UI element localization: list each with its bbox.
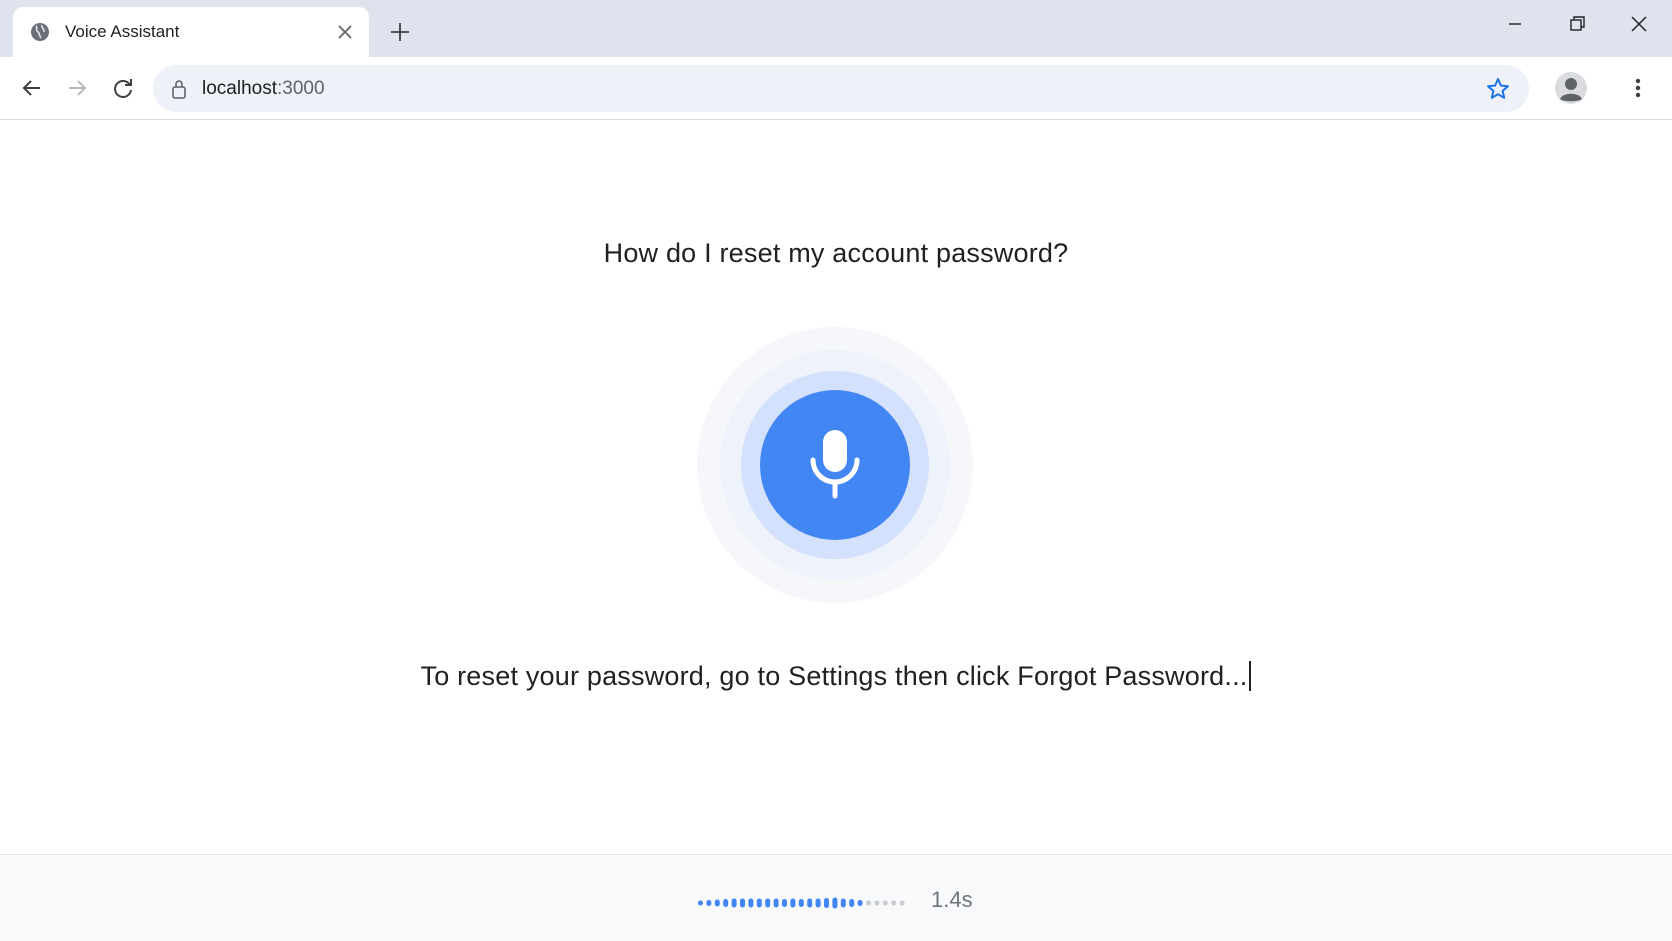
- assistant-answer: To reset your password, go to Settings t…: [0, 659, 1672, 693]
- answer-text: To reset your password, go to Settings t…: [420, 661, 1248, 691]
- url-host: localhost: [202, 78, 277, 99]
- status-bar: 1.4s: [0, 854, 1672, 941]
- waveform-dot: [740, 898, 745, 908]
- waveform-dot: [714, 899, 720, 907]
- close-icon[interactable]: [335, 22, 355, 42]
- arrow-right-icon[interactable]: [63, 74, 91, 102]
- browser-toolbar: localhost:3000: [0, 57, 1672, 120]
- minimize-icon[interactable]: [1501, 10, 1529, 38]
- waveform-dot: [731, 898, 737, 908]
- waveform-dot: [748, 898, 754, 908]
- star-icon[interactable]: [1485, 76, 1511, 102]
- arrow-left-icon[interactable]: [18, 74, 46, 102]
- waveform-dot: [807, 898, 813, 908]
- waveform-dot: [706, 900, 712, 906]
- address-bar[interactable]: localhost:3000: [153, 65, 1529, 112]
- tab-strip: Voice Assistant: [0, 0, 1672, 57]
- audio-waveform: [698, 897, 905, 909]
- waveform-dot: [840, 898, 846, 908]
- waveform-dot: [723, 899, 729, 907]
- window-close-icon[interactable]: [1625, 10, 1653, 38]
- user-question: How do I reset my account password?: [603, 238, 1069, 268]
- browser-tab[interactable]: Voice Assistant: [13, 7, 369, 57]
- elapsed-time: 1.4s: [931, 887, 973, 912]
- waveform-dot: [891, 900, 897, 906]
- waveform-dot: [815, 898, 821, 908]
- url-text[interactable]: localhost:3000: [202, 78, 325, 100]
- waveform-dot: [874, 900, 880, 906]
- url-port: :3000: [277, 78, 325, 99]
- globe-icon: [31, 23, 49, 41]
- waveform-dot: [698, 900, 703, 906]
- waveform-dot: [790, 898, 796, 908]
- typing-caret: [1249, 661, 1252, 691]
- avatar-icon[interactable]: [1555, 72, 1587, 104]
- restore-icon[interactable]: [1563, 10, 1591, 38]
- reload-icon[interactable]: [109, 74, 137, 102]
- waveform-dot: [756, 898, 762, 908]
- kebab-menu-icon[interactable]: [1628, 74, 1648, 102]
- waveform-dot: [765, 898, 771, 908]
- waveform-dot: [798, 899, 804, 907]
- waveform-dot: [849, 899, 855, 907]
- waveform-dot: [882, 900, 888, 906]
- mic-button[interactable]: [760, 390, 910, 540]
- microphone-icon: [810, 430, 860, 499]
- waveform-dot: [866, 900, 871, 906]
- plus-icon[interactable]: [388, 20, 412, 44]
- waveform-dot: [773, 898, 779, 908]
- voice-assistant-page: How do I reset my account password? To r…: [0, 121, 1672, 854]
- waveform-dot: [782, 899, 787, 907]
- waveform-dot: [824, 898, 829, 908]
- waveform-dot: [899, 900, 905, 906]
- waveform-dot: [832, 897, 838, 909]
- mic-area: [697, 327, 973, 603]
- lock-icon[interactable]: [169, 78, 189, 100]
- waveform-dot: [857, 900, 863, 906]
- tab-title: Voice Assistant: [65, 22, 180, 41]
